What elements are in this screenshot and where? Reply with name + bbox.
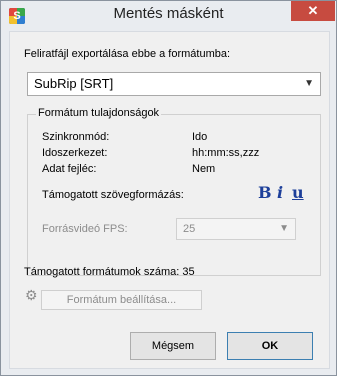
close-icon: ✕ bbox=[307, 3, 319, 18]
italic-format-button[interactable]: i bbox=[277, 183, 283, 202]
save-as-dialog: S Mentés másként ✕ Feliratfájl exportálá… bbox=[0, 0, 337, 376]
underline-format-button[interactable]: u bbox=[292, 183, 304, 202]
bold-format-button[interactable]: B bbox=[258, 183, 272, 202]
chevron-down-icon: ▼ bbox=[279, 223, 289, 234]
group-title: Formátum tulajdonságok bbox=[36, 107, 162, 119]
supported-formats-count: Támogatott formátumok száma: 35 bbox=[24, 266, 195, 278]
sync-mode-label: Szinkronmód: bbox=[42, 131, 110, 143]
format-settings-button[interactable]: Formátum beállítása... bbox=[41, 290, 202, 310]
sync-mode-value: Ido bbox=[192, 131, 208, 143]
data-header-label: Adat fejléc: bbox=[42, 163, 97, 175]
close-button[interactable]: ✕ bbox=[291, 1, 335, 21]
data-header-value: Nem bbox=[192, 163, 216, 175]
fps-label: Forrásvideó FPS: bbox=[42, 223, 128, 235]
window-title: Mentés másként bbox=[113, 5, 224, 22]
dialog-body: Feliratfájl exportálása ebbe a formátumb… bbox=[9, 31, 330, 369]
time-structure-value: hh:mm:ss,zzz bbox=[192, 147, 260, 159]
format-properties-group: Formátum tulajdonságok Szinkronmód: Ido … bbox=[27, 107, 321, 276]
cancel-button[interactable]: Mégsem bbox=[130, 332, 216, 360]
chevron-down-icon: ▼ bbox=[304, 78, 314, 89]
title-bar: S Mentés másként ✕ bbox=[1, 1, 336, 31]
fps-dropdown[interactable]: 25 ▼ bbox=[176, 218, 296, 240]
format-dropdown[interactable]: SubRip [SRT] ▼ bbox=[27, 72, 321, 96]
time-structure-label: Idoszerkezet: bbox=[42, 147, 108, 159]
gear-icon: ⚙ bbox=[25, 287, 38, 303]
export-format-label: Feliratfájl exportálása ebbe a formátumb… bbox=[24, 48, 231, 60]
text-formatting-label: Támogatott szövegformázás: bbox=[42, 189, 184, 201]
fps-dropdown-value: 25 bbox=[183, 223, 196, 235]
ok-button[interactable]: OK bbox=[227, 332, 313, 360]
format-dropdown-value: SubRip [SRT] bbox=[34, 76, 114, 91]
